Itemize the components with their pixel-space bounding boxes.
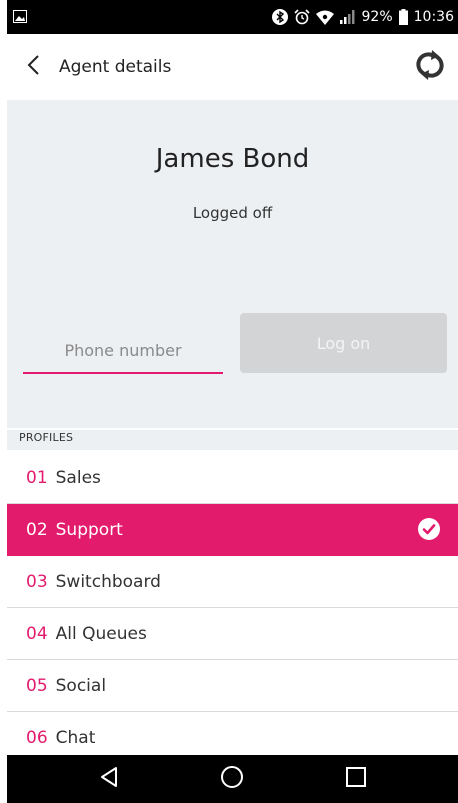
nav-recents-button[interactable]	[326, 755, 386, 803]
recents-square-icon	[345, 766, 367, 792]
home-circle-icon	[220, 765, 244, 793]
battery-text: 92%	[361, 9, 393, 25]
system-nav-bar	[7, 755, 458, 803]
bluetooth-icon	[271, 9, 288, 25]
profile-label: Chat	[55, 727, 96, 748]
profile-item-social[interactable]: 05 Social	[7, 660, 458, 712]
nav-home-button[interactable]	[202, 755, 262, 803]
agent-panel: James Bond Logged off Log on	[7, 100, 458, 428]
check-circle-icon	[418, 518, 440, 545]
agent-status: Logged off	[192, 204, 273, 222]
profiles-heading: PROFILES	[7, 430, 458, 450]
signal-icon	[339, 10, 356, 24]
profile-item-support[interactable]: 02 Support	[7, 504, 458, 556]
profile-number: 05	[26, 675, 48, 696]
battery-icon	[398, 9, 408, 25]
back-triangle-icon	[99, 766, 119, 792]
profile-item-all-queues[interactable]: 04 All Queues	[7, 608, 458, 660]
phone-number-input[interactable]	[23, 328, 223, 374]
wifi-icon	[315, 10, 334, 25]
status-bar: 92% 10:36	[7, 0, 458, 34]
profile-item-sales[interactable]: 01 Sales	[7, 452, 458, 504]
profile-label: Social	[55, 675, 107, 696]
profile-item-switchboard[interactable]: 03 Switchboard	[7, 556, 458, 608]
profile-label: Support	[55, 519, 123, 540]
agent-name: James Bond	[155, 144, 310, 174]
profile-number: 04	[26, 623, 48, 644]
profiles-list: 01 Sales 02 Support 03 Switchboard 04 Al…	[7, 452, 458, 764]
image-icon	[13, 8, 27, 27]
chevron-left-icon	[26, 54, 40, 80]
profile-label: Sales	[55, 467, 101, 488]
nav-back-button[interactable]	[79, 755, 139, 803]
profile-label: Switchboard	[55, 571, 161, 592]
app-bar: Agent details	[7, 34, 458, 100]
clock: 10:36	[413, 9, 454, 25]
profile-number: 06	[26, 727, 48, 748]
refresh-icon	[415, 48, 445, 86]
profile-label: All Queues	[55, 623, 147, 644]
alarm-icon	[293, 9, 310, 25]
profile-number: 03	[26, 571, 48, 592]
log-on-button[interactable]: Log on	[240, 313, 447, 373]
profile-number: 01	[26, 467, 48, 488]
back-button[interactable]	[7, 34, 59, 100]
refresh-button[interactable]	[402, 34, 458, 100]
page-title: Agent details	[59, 57, 172, 77]
profile-number: 02	[26, 519, 48, 540]
